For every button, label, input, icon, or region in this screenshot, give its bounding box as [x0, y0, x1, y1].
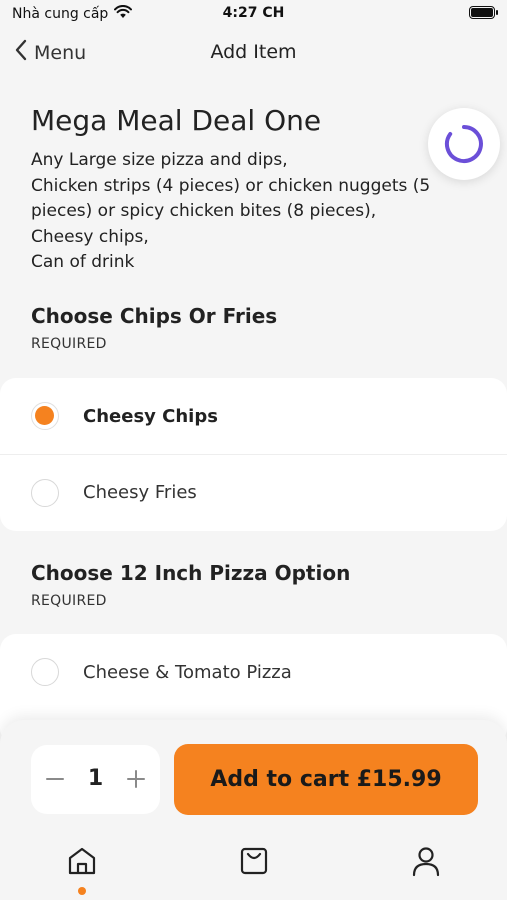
option-cheese-tomato-pizza[interactable]: Cheese & Tomato Pizza: [0, 634, 507, 710]
options-card-chips: Cheesy Chips Cheesy Fries: [0, 378, 507, 531]
option-cheesy-chips[interactable]: Cheesy Chips: [0, 378, 507, 454]
radio-selected[interactable]: [31, 402, 59, 430]
item-description: Any Large size pizza and dips, Chicken s…: [31, 150, 431, 273]
option-label: Cheesy Fries: [83, 482, 197, 503]
battery-icon: [469, 6, 498, 19]
back-button[interactable]: Menu: [14, 38, 86, 67]
status-time: 4:27 CH: [222, 5, 285, 21]
loading-spinner: [428, 108, 500, 180]
add-to-cart-button[interactable]: Add to cart £15.99: [174, 744, 478, 815]
item-title: Mega Meal Deal One: [31, 104, 322, 137]
quantity-stepper: 1: [31, 745, 160, 814]
option-label: Cheese & Tomato Pizza: [83, 661, 292, 683]
plus-icon[interactable]: [124, 765, 148, 793]
section-required-chips: REQUIRED: [31, 336, 107, 352]
radio-unselected[interactable]: [31, 478, 59, 507]
active-tab-indicator: [78, 887, 86, 895]
back-button-label: Menu: [34, 41, 87, 64]
home-icon[interactable]: [65, 844, 99, 878]
spinner-icon: [444, 125, 483, 163]
section-title-chips: Choose Chips Or Fries: [31, 304, 278, 328]
option-cheesy-fries[interactable]: Cheesy Fries: [0, 454, 507, 530]
status-bar: Nhà cung cấp 4:27 CH: [0, 0, 507, 30]
section-title-pizza: Choose 12 Inch Pizza Option: [31, 561, 351, 585]
section-required-pizza: REQUIRED: [31, 593, 107, 609]
profile-icon[interactable]: [409, 844, 443, 878]
chevron-left-icon: [14, 38, 28, 67]
cart-icon[interactable]: [237, 844, 271, 878]
bottom-panel: 1 Add to cart £15.99: [0, 720, 507, 900]
nav-bar: Menu Add Item: [0, 30, 507, 76]
radio-unselected[interactable]: [31, 658, 59, 686]
option-label: Cheesy Chips: [83, 405, 218, 427]
